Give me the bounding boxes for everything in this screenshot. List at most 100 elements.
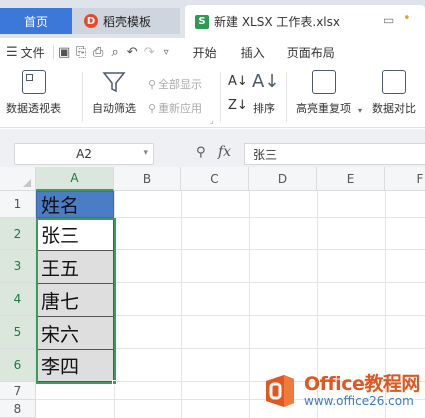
menu-insert-label: 插入 [240, 45, 265, 60]
zoom-search-icon[interactable]: ⚲ [196, 145, 206, 160]
watermark-url: www.office26.com [304, 394, 414, 408]
row-header-5[interactable]: 5 [0, 316, 36, 349]
watermark-title: Office教程网 [304, 373, 420, 395]
tab-templates[interactable]: D 稻壳模板 [72, 8, 180, 34]
fx-icon[interactable]: fx [218, 144, 231, 160]
row-header-3[interactable]: 3 [0, 250, 36, 283]
undo-icon[interactable]: ↶ [124, 45, 141, 60]
ribbon-separator [82, 72, 83, 122]
tab-home[interactable]: 首页 [0, 8, 72, 34]
column-header-d[interactable]: D [249, 167, 317, 191]
formula-input[interactable]: 张三 [244, 143, 425, 165]
ribbon-separator [286, 72, 287, 122]
column-header-e[interactable]: E [317, 167, 385, 191]
autofilter-label: 自动筛选 [92, 102, 136, 115]
filter-options-launcher-icon[interactable]: ⌟ [210, 116, 214, 125]
column-header-label: E [346, 171, 355, 186]
print-icon[interactable]: ⎙ [90, 45, 107, 60]
menu-start-label: 开始 [192, 45, 217, 60]
print-preview-icon[interactable]: ⌕ [107, 45, 124, 60]
name-box-value: A2 [76, 147, 92, 161]
cell-a6[interactable]: 李四 [36, 349, 114, 382]
reapply-button[interactable]: ⚲ 重新应用 [148, 100, 202, 116]
menu-start[interactable]: 开始 [187, 44, 223, 61]
row-header-label: 3 [13, 259, 22, 273]
row-header-label: 5 [13, 325, 22, 339]
spreadsheet-icon: S [195, 14, 209, 29]
tab-file[interactable]: S 新建 XLSX 工作表.xlsx ▭ • [185, 5, 425, 38]
cell-value: 姓名 [41, 195, 80, 217]
highlight-duplicates-icon [311, 70, 336, 94]
column-header-b[interactable]: B [114, 167, 181, 191]
tab-file-label: 新建 XLSX 工作表.xlsx [214, 15, 340, 29]
redo-icon[interactable]: ↷ [141, 45, 158, 60]
chevron-down-icon[interactable]: ▾ [143, 148, 148, 158]
divider [52, 45, 54, 59]
file-menu[interactable]: ☰ 文件 [0, 44, 51, 61]
pivot-table-label: 数据透视表 [6, 102, 61, 115]
filter-icon [102, 70, 126, 94]
reapply-icon: ⚲ [148, 101, 157, 115]
sort-label: 排序 [253, 102, 275, 115]
row-header-7[interactable]: 7 [0, 382, 36, 400]
pivot-table-button[interactable]: 数据透视表 [6, 70, 61, 116]
cell-a3[interactable]: 王五 [36, 250, 114, 284]
hamburger-icon: ☰ [6, 44, 18, 60]
name-box[interactable]: A2 ▾ [14, 143, 154, 165]
sort-az-icon: A↓ [252, 71, 280, 92]
cell-a1[interactable]: 姓名 [36, 191, 114, 218]
screen-icon[interactable]: ▭ [383, 13, 394, 27]
cell-value: 张三 [41, 225, 80, 247]
save-icon[interactable]: ▣ [56, 45, 73, 60]
watermark: Office教程网 www.office26.com [262, 370, 425, 412]
pivot-table-icon [21, 70, 46, 94]
fill-handle[interactable] [112, 380, 117, 385]
formula-value: 张三 [253, 147, 278, 162]
row-header-6[interactable]: 6 [0, 349, 36, 382]
row-header-4[interactable]: 4 [0, 283, 36, 316]
unsaved-dot-icon: • [403, 11, 411, 26]
cell-value: 李四 [41, 356, 80, 378]
menu-insert[interactable]: 插入 [235, 44, 271, 61]
column-header-f[interactable]: F [385, 167, 425, 191]
autofilter-button[interactable]: 自动筛选 [92, 70, 136, 116]
row-header-label: 6 [13, 358, 22, 372]
highlight-dropdown-icon[interactable]: ▾ [358, 106, 362, 115]
select-all-corner[interactable] [0, 167, 36, 191]
column-header-a[interactable]: A [36, 167, 114, 191]
menu-page-layout[interactable]: 页面布局 [281, 44, 341, 61]
column-header-label: B [142, 171, 152, 186]
show-all-button[interactable]: ⚲ 全部显示 [148, 76, 202, 92]
highlight-duplicates-label: 高亮重复项 [296, 102, 351, 115]
column-header-c[interactable]: C [181, 167, 249, 191]
sort-descending-icon: Z↓ [228, 98, 248, 113]
cell-a5[interactable]: 宋六 [36, 316, 114, 350]
sort-descending-button[interactable]: Z↓ [228, 98, 248, 113]
cell-value: 宋六 [41, 323, 80, 346]
menu-page-layout-label: 页面布局 [286, 45, 335, 60]
highlight-duplicates-button[interactable]: 高亮重复项 [296, 70, 351, 116]
show-all-label: 全部显示 [158, 78, 203, 91]
grid-line [181, 191, 182, 418]
data-compare-button[interactable]: 数据对比 [372, 70, 416, 116]
office-logo-icon [262, 373, 298, 409]
cell-a2[interactable]: 张三 [36, 218, 114, 251]
ribbon: 数据透视表 自动筛选 ⚲ 全部显示 ⚲ 重新应用 ⌟ A↓ Z↓ A↓ 排序 高… [0, 66, 425, 128]
row-header-8[interactable]: 8 [0, 400, 36, 418]
sort-ascending-button[interactable]: A↓ [228, 74, 248, 89]
row-header-label: 1 [13, 197, 22, 211]
row-header-1[interactable]: 1 [0, 191, 36, 218]
column-header-label: A [70, 171, 79, 185]
row-header-label: 8 [13, 401, 22, 416]
row-header-label: 7 [13, 383, 22, 398]
tab-templates-label: 稻壳模板 [103, 14, 152, 29]
reapply-label: 重新应用 [158, 102, 203, 115]
sort-button[interactable]: A↓ 排序 [252, 70, 280, 116]
tab-bar: 首页 D 稻壳模板 S 新建 XLSX 工作表.xlsx ▭ • [0, 0, 425, 38]
export-icon[interactable]: ⎘ [73, 45, 90, 60]
quick-access-dropdown-icon[interactable]: ▿ [158, 47, 175, 58]
sort-ascending-icon: A↓ [228, 74, 248, 89]
row-header-label: 4 [13, 292, 22, 306]
row-header-2[interactable]: 2 [0, 218, 36, 250]
cell-a4[interactable]: 唐七 [36, 283, 114, 317]
